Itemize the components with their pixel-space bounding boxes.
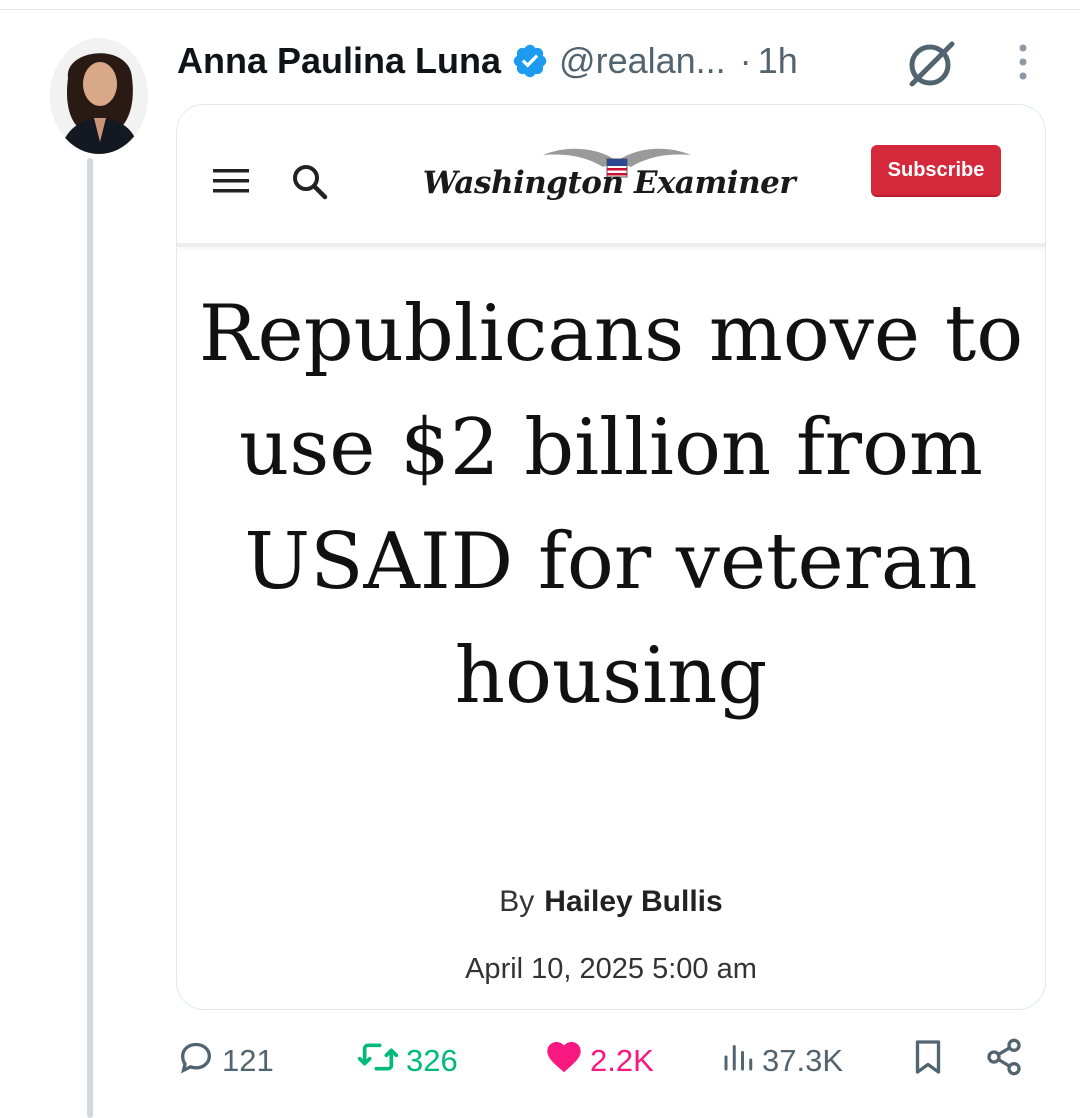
verified-badge-icon[interactable] xyxy=(511,42,549,80)
author-name[interactable]: Anna Paulina Luna xyxy=(177,40,501,82)
subscribe-button[interactable]: Subscribe xyxy=(871,145,1001,195)
search-icon[interactable] xyxy=(291,163,329,201)
tweet-header: Anna Paulina Luna @realan... · 1h xyxy=(177,34,798,88)
byline: By Hailey Bullis xyxy=(177,885,1045,919)
views-count: 37.3K xyxy=(762,1043,844,1078)
article-headline: Republicans move to use $2 billion from … xyxy=(198,289,1024,721)
like-count: 2.2K xyxy=(590,1043,654,1078)
share-icon xyxy=(984,1037,1030,1085)
tweet-time[interactable]: 1h xyxy=(758,40,798,82)
separator: · xyxy=(739,40,752,81)
avatar[interactable] xyxy=(50,38,148,154)
more-icon[interactable] xyxy=(1008,40,1038,84)
retweet-count: 326 xyxy=(406,1043,458,1078)
grok-icon[interactable] xyxy=(904,38,958,88)
share-button[interactable] xyxy=(984,1036,1030,1086)
views-button[interactable]: 37.3K xyxy=(720,1036,843,1086)
article-card[interactable]: Washington Examiner Subscribe Republican… xyxy=(176,104,1046,1010)
top-divider xyxy=(0,9,1080,10)
bookmark-button[interactable] xyxy=(910,1036,952,1086)
article-date: April 10, 2025 5:00 am xyxy=(465,953,757,985)
thread-line xyxy=(87,158,93,1118)
tweet-actions: 121 326 2.2K 37.3K xyxy=(176,1036,1036,1086)
reply-button[interactable]: 121 xyxy=(176,1036,274,1086)
byline-label: By xyxy=(499,885,535,918)
heart-icon xyxy=(544,1037,590,1085)
bookmark-icon xyxy=(910,1036,952,1086)
reply-icon xyxy=(176,1037,222,1085)
reply-count: 121 xyxy=(222,1043,274,1078)
site-logo[interactable]: Washington Examiner xyxy=(413,141,805,211)
views-icon xyxy=(720,1037,762,1085)
like-button[interactable]: 2.2K xyxy=(544,1036,654,1086)
retweet-button[interactable]: 326 xyxy=(356,1036,458,1086)
author-handle[interactable]: @realan... xyxy=(559,40,726,82)
retweet-icon xyxy=(356,1037,406,1085)
site-header: Washington Examiner Subscribe xyxy=(177,105,1045,247)
article-author: Hailey Bullis xyxy=(544,885,723,918)
site-name: Washington Examiner xyxy=(422,165,796,201)
menu-icon[interactable] xyxy=(213,165,249,197)
